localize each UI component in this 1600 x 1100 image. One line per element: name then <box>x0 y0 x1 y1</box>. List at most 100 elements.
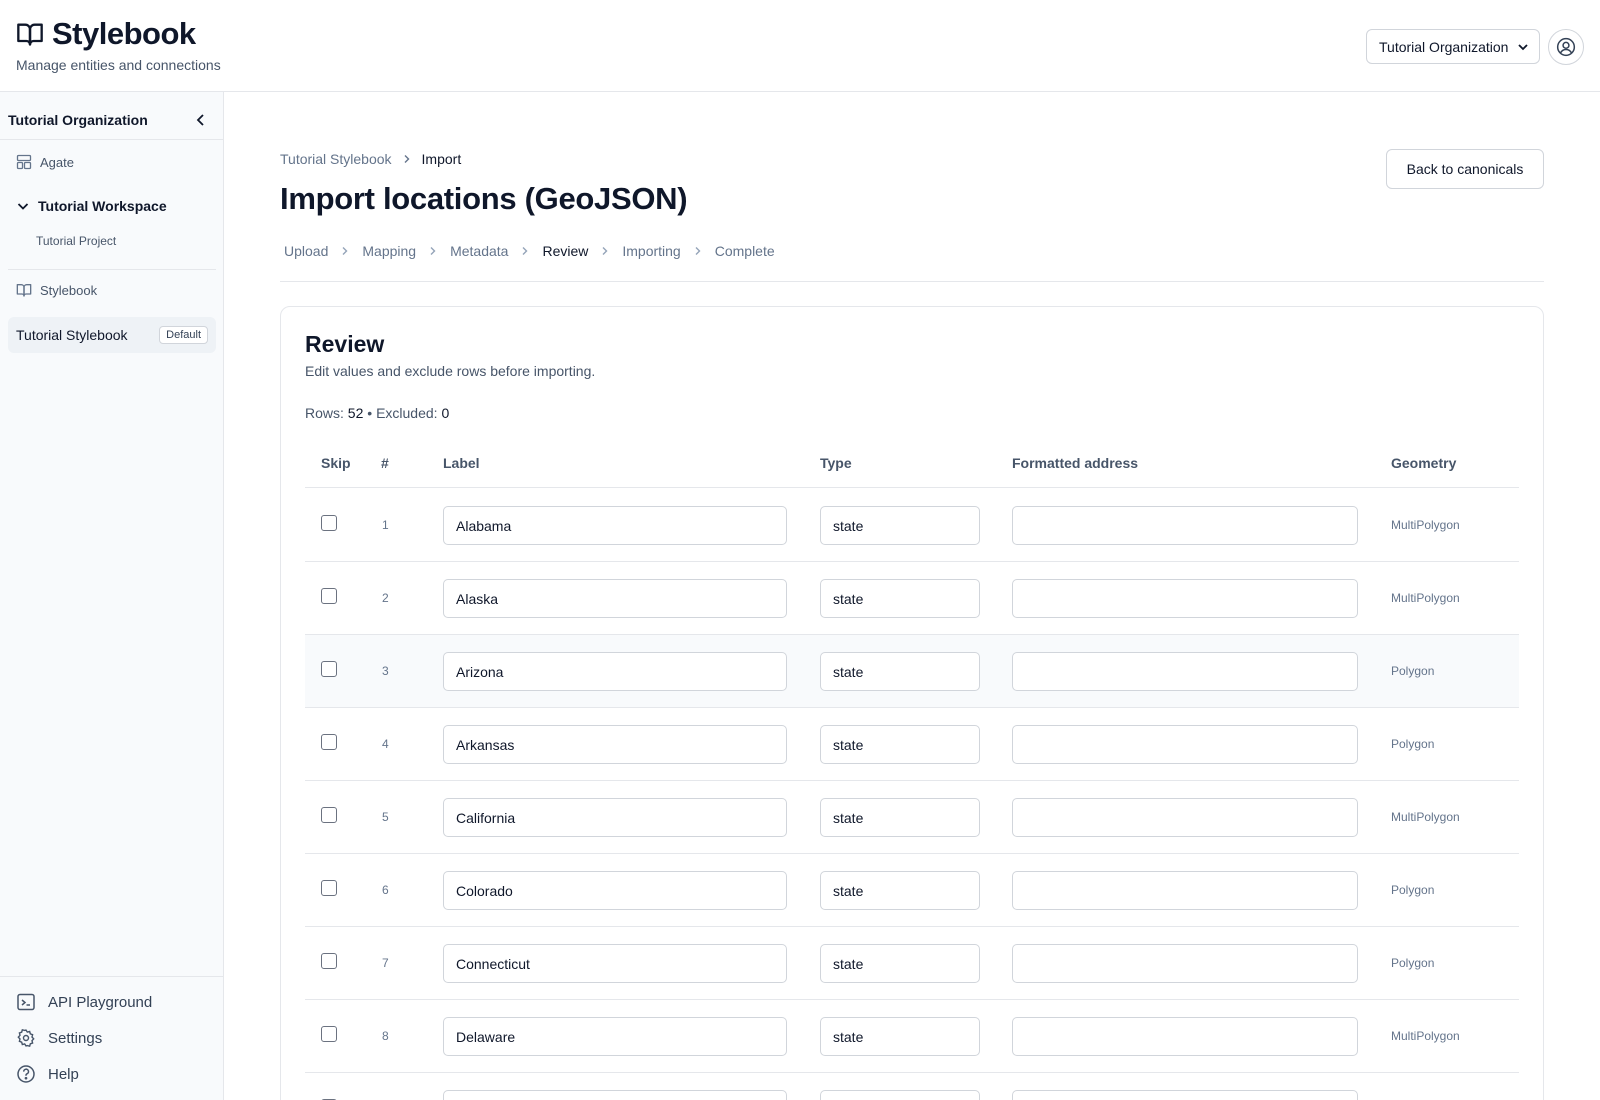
formatted-address-input[interactable] <box>1012 798 1358 837</box>
table-row: 7 Connecticut state Polygon <box>305 927 1519 1000</box>
sidebar-item-label: Settings <box>48 1029 103 1047</box>
label-input[interactable]: Connecticut <box>443 944 787 983</box>
label-input[interactable]: Colorado <box>443 871 787 910</box>
label-input[interactable]: Alabama <box>443 506 787 545</box>
breadcrumb-current: Import <box>421 151 462 167</box>
row-number: 4 <box>382 737 389 751</box>
review-title: Review <box>305 331 385 357</box>
chevron-right-icon <box>602 247 608 255</box>
label-input[interactable]: California <box>443 798 787 837</box>
sidebar-divider <box>0 976 224 977</box>
sidebar-org-header: Tutorial Organization <box>8 108 216 132</box>
type-input[interactable]: state <box>820 1017 980 1056</box>
table-row: 6 Colorado state Polygon <box>305 854 1519 927</box>
geometry-type: MultiPolygon <box>1391 1029 1460 1043</box>
top-header: Stylebook Manage entities and connection… <box>0 0 1600 92</box>
back-to-canonicals-button[interactable]: Back to canonicals <box>1386 149 1544 189</box>
formatted-address-input[interactable] <box>1012 652 1358 691</box>
step-complete: Complete <box>714 243 775 259</box>
chevron-right-icon <box>430 247 436 255</box>
main-content: Tutorial Stylebook Import Import locatio… <box>224 92 1600 1100</box>
type-input[interactable]: state <box>820 871 980 910</box>
import-steps: Upload Mapping Metadata Review Importing… <box>284 243 775 259</box>
breadcrumb: Tutorial Stylebook Import <box>280 151 461 167</box>
type-input[interactable]: state <box>820 652 980 691</box>
sidebar-item-api-playground[interactable]: API Playground <box>16 992 152 1012</box>
formatted-address-input[interactable] <box>1012 871 1358 910</box>
geometry-type: MultiPolygon <box>1391 810 1460 824</box>
sidebar-item-agate[interactable]: Agate <box>16 154 74 170</box>
help-circle-icon <box>17 1065 35 1083</box>
row-number: 6 <box>382 883 389 897</box>
terminal-icon <box>17 993 35 1011</box>
rows-count: 52 <box>347 405 364 421</box>
organization-select[interactable]: Tutorial Organization <box>1366 29 1540 64</box>
row-number: 1 <box>382 518 389 532</box>
table-row: 2 Alaska state MultiPolygon <box>305 562 1519 635</box>
type-input[interactable]: state <box>820 725 980 764</box>
formatted-address-input[interactable] <box>1012 579 1358 618</box>
collapse-sidebar-icon[interactable] <box>194 113 208 127</box>
skip-checkbox[interactable] <box>321 734 337 750</box>
book-open-icon <box>16 284 32 297</box>
breadcrumb-link-stylebook[interactable]: Tutorial Stylebook <box>280 151 392 167</box>
type-input[interactable]: state <box>820 579 980 618</box>
sidebar-item-project[interactable]: Tutorial Project <box>36 234 116 248</box>
review-subtitle: Edit values and exclude rows before impo… <box>305 363 596 379</box>
formatted-address-input[interactable] <box>1012 1090 1358 1100</box>
column-header-formatted-address: Formatted address <box>1012 455 1139 471</box>
sidebar-section-stylebook[interactable]: Stylebook <box>16 282 97 298</box>
skip-checkbox[interactable] <box>321 588 337 604</box>
formatted-address-input[interactable] <box>1012 725 1358 764</box>
skip-checkbox[interactable] <box>321 880 337 896</box>
formatted-address-input[interactable] <box>1012 944 1358 983</box>
formatted-address-input[interactable] <box>1012 1017 1358 1056</box>
column-header-skip: Skip <box>321 455 351 471</box>
rows-label: Rows: <box>305 405 344 421</box>
type-input[interactable]: state <box>820 798 980 837</box>
formatted-address-input[interactable] <box>1012 506 1358 545</box>
label-input[interactable]: Arkansas <box>443 725 787 764</box>
sidebar-item-tutorial-stylebook[interactable]: Tutorial Stylebook Default <box>8 317 216 353</box>
geometry-type: Polygon <box>1391 883 1435 897</box>
sidebar-item-workspace[interactable]: Tutorial Workspace <box>16 198 167 214</box>
excluded-label: Excluded: <box>376 405 438 421</box>
chevron-down-icon <box>17 203 29 210</box>
row-number: 8 <box>382 1029 389 1043</box>
table-header: Skip # Label Type Formatted address Geom… <box>305 440 1519 488</box>
chevron-right-icon <box>695 247 701 255</box>
label-input[interactable]: Alaska <box>443 579 787 618</box>
counts-separator: • <box>367 405 373 421</box>
skip-checkbox[interactable] <box>321 1026 337 1042</box>
skip-checkbox[interactable] <box>321 953 337 969</box>
chevron-right-icon <box>404 155 410 163</box>
label-input[interactable]: Delaware <box>443 1017 787 1056</box>
type-input[interactable]: state <box>820 944 980 983</box>
skip-checkbox[interactable] <box>321 661 337 677</box>
row-number: 3 <box>382 664 389 678</box>
sidebar-item-help[interactable]: Help <box>16 1064 79 1084</box>
sidebar-item-settings[interactable]: Settings <box>16 1028 102 1048</box>
step-review: Review <box>542 243 589 259</box>
label-input[interactable]: Arizona <box>443 652 787 691</box>
layout-icon <box>16 154 32 170</box>
skip-checkbox[interactable] <box>321 807 337 823</box>
type-input[interactable]: state <box>820 506 980 545</box>
column-header-number: # <box>381 455 389 471</box>
table-row <box>305 1073 1519 1100</box>
type-input[interactable] <box>820 1090 980 1100</box>
label-input[interactable] <box>443 1090 787 1100</box>
row-number: 7 <box>382 956 389 970</box>
app-name: Stylebook <box>52 16 196 51</box>
gear-icon <box>17 1028 35 1048</box>
row-number: 2 <box>382 591 389 605</box>
sidebar-divider <box>8 269 216 270</box>
geometry-type: Polygon <box>1391 956 1435 970</box>
user-menu-button[interactable] <box>1548 29 1584 65</box>
brand[interactable]: Stylebook <box>16 16 196 52</box>
skip-checkbox[interactable] <box>321 515 337 531</box>
chevron-right-icon <box>342 247 348 255</box>
row-number: 5 <box>382 810 389 824</box>
step-metadata: Metadata <box>450 243 509 259</box>
steps-divider <box>280 281 1544 282</box>
